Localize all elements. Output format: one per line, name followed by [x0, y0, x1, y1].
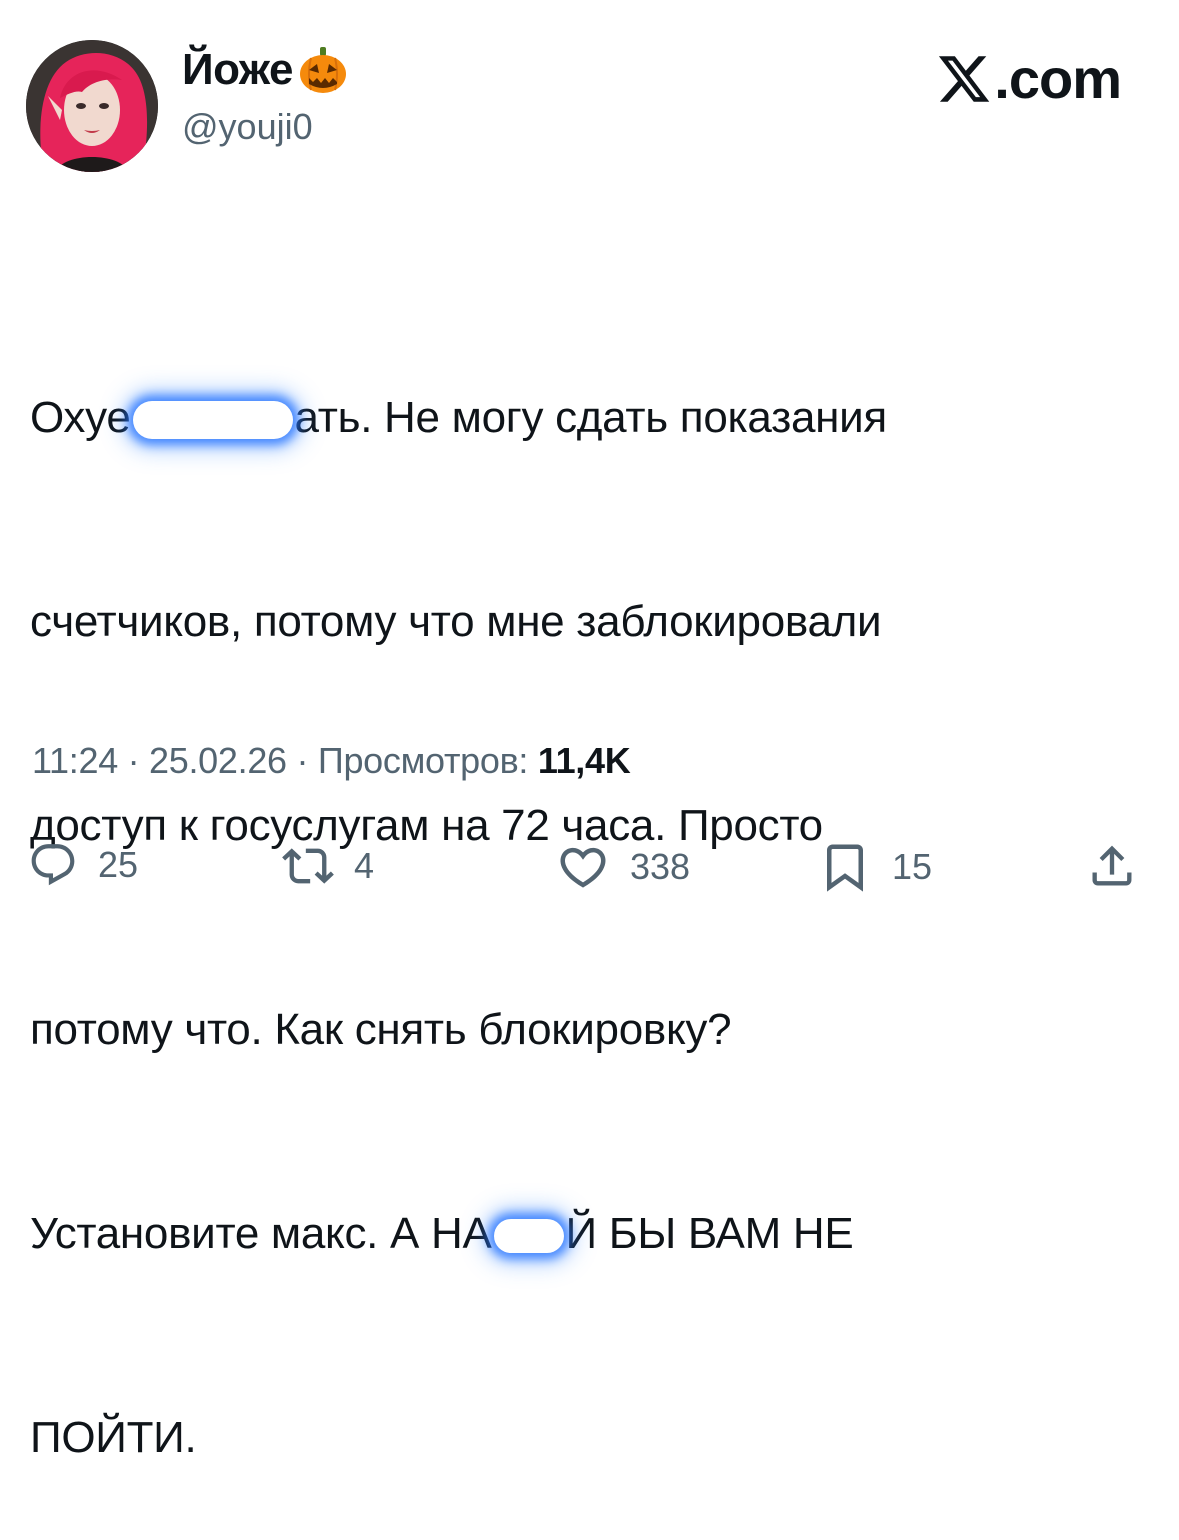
reply-icon	[31, 844, 75, 886]
tweet-date[interactable]: 25.02.26	[149, 740, 287, 781]
censor-blur	[493, 1219, 564, 1254]
reply-count: 25	[98, 844, 139, 885]
tweet-text-fragment: Установите макс. А НА	[30, 1209, 492, 1258]
repost-count: 4	[354, 845, 375, 886]
share-button[interactable]	[1086, 840, 1138, 892]
tweet-line: Установите макс. А НА Й БЫ ВАМ НЕ	[30, 1200, 1120, 1268]
action-bar: 25 4 338 15	[0, 840, 1179, 900]
x-logo-icon	[936, 51, 992, 107]
avatar[interactable]	[26, 40, 158, 172]
reply-button[interactable]: 25	[28, 840, 138, 890]
tweet-line: счетчиков, потому что мне заблокировали	[30, 597, 882, 646]
tweet-text-fragment: ать. Не могу сдать показания	[294, 393, 888, 442]
heart-icon	[560, 847, 606, 888]
like-button[interactable]: 338	[556, 840, 690, 894]
tweet-line: Охуе ать. Не могу сдать показания	[30, 384, 1120, 452]
bookmark-count: 15	[892, 846, 933, 887]
tweet-time[interactable]: 11:24	[32, 740, 118, 781]
meta-separator: ·	[296, 740, 309, 781]
repost-icon	[282, 848, 334, 884]
brand-watermark: .com	[936, 46, 1122, 111]
views-label: Просмотров:	[317, 740, 529, 781]
share-icon	[1092, 845, 1132, 886]
jack-o-lantern-icon	[297, 44, 349, 96]
author-handle[interactable]: @youji0	[182, 106, 313, 148]
author-name-row[interactable]: Йоже	[182, 44, 349, 96]
censor-blur	[132, 401, 293, 440]
brand-label: .com	[994, 47, 1122, 110]
tweet-meta: 11:24 · 25.02.26 · Просмотров: 11,4K	[32, 740, 631, 782]
tweet-line: ПОЙТИ.	[30, 1413, 197, 1462]
like-count: 338	[630, 846, 691, 887]
author-name[interactable]: Йоже	[182, 45, 294, 95]
tweet-text-fragment: Охуе	[30, 393, 131, 442]
tweet-line: потому что. Как снять блокировку?	[30, 1005, 732, 1054]
views-count: 11,4K	[537, 740, 631, 781]
tweet-text-fragment: Й БЫ ВАМ НЕ	[565, 1209, 854, 1258]
bookmark-button[interactable]: 15	[818, 840, 932, 894]
bookmark-icon	[827, 844, 863, 892]
repost-button[interactable]: 4	[282, 840, 374, 892]
meta-separator: ·	[127, 740, 140, 781]
